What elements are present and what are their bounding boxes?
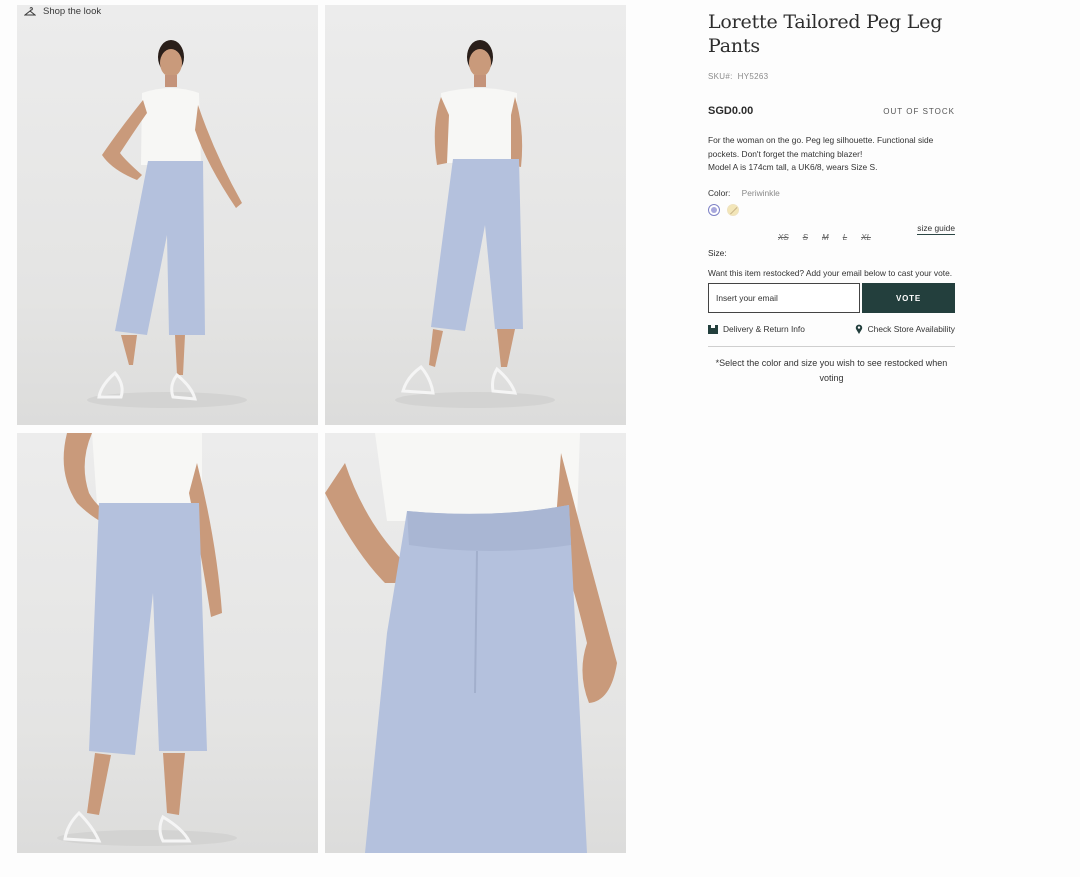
model-front-image [87,40,247,408]
size-option-m[interactable]: M [822,233,829,242]
product-title: Lorette Tailored Peg Leg Pants [708,11,943,57]
color-value: Periwinkle [741,187,780,198]
email-field[interactable]: Insert your email [708,283,860,313]
delivery-return-link[interactable]: Delivery & Return Info [708,324,805,334]
size-option-xs[interactable]: XS [778,233,789,242]
product-description: For the woman on the go. Peg leg silhoue… [708,134,955,175]
color-row: Color: Periwinkle [708,188,955,198]
sku-value: HY5263 [737,72,769,81]
sku-label: SKU#: [708,72,733,81]
size-guide-link[interactable]: size guide [917,223,955,235]
size-option-l[interactable]: L [843,233,847,242]
model-waist-down-image [57,433,237,846]
delivery-box-icon [708,324,718,334]
product-photo-front[interactable] [17,5,318,425]
size-selector: size guide XS S M L XL Size: [708,219,955,259]
model-front-alt-image [395,40,555,408]
price: SGD0.00 [708,105,754,117]
divider [708,346,955,347]
size-label: Size: [708,247,727,258]
description-line-1: For the woman on the go. Peg leg silhoue… [708,135,934,159]
shop-the-look-link[interactable]: Shop the look [24,6,101,18]
vote-button[interactable]: VOTE [862,283,955,313]
info-links: Delivery & Return Info Check Store Avail… [708,324,955,334]
delivery-return-label: Delivery & Return Info [723,324,805,334]
size-options: XS S M L XL [778,233,871,242]
check-store-label: Check Store Availability [867,324,955,334]
color-label: Color: [708,187,731,198]
swatch-cream[interactable] [727,203,739,216]
product-photo-waist-down[interactable] [17,433,318,853]
color-swatches [708,203,955,216]
price-row: SGD0.00 OUT OF STOCK [708,105,955,117]
sku: SKU#: HY5263 [708,72,955,81]
stock-status: OUT OF STOCK [883,106,955,116]
restock-prompt: Want this item restocked? Add your email… [708,267,953,278]
check-store-link[interactable]: Check Store Availability [855,324,955,334]
product-gallery [17,5,627,855]
hanger-icon [24,7,36,16]
swatch-periwinkle[interactable] [708,203,720,216]
description-line-2: Model A is 174cm tall, a UK6/8, wears Si… [708,162,878,172]
product-photo-closeup[interactable] [325,433,626,853]
shop-the-look-label: Shop the look [43,6,102,17]
size-option-xl[interactable]: XL [861,233,871,242]
vote-form: Insert your email VOTE [708,283,955,313]
product-photo-front-alt[interactable] [325,5,626,425]
product-info-panel: Lorette Tailored Peg Leg Pants SKU#: HY5… [708,10,955,386]
location-pin-icon [855,324,862,334]
size-option-s[interactable]: S [803,233,808,242]
restock-note: *Select the color and size you wish to s… [715,358,948,383]
model-closeup-image [325,433,617,853]
